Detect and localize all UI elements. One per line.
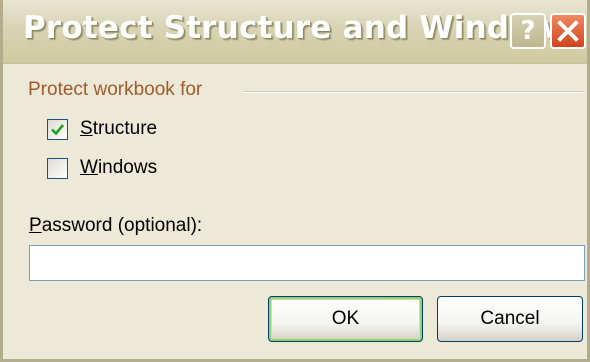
windows-label-text: indows [97, 157, 158, 178]
ok-button[interactable]: OK [268, 296, 423, 342]
help-button[interactable]: ? [510, 13, 546, 49]
dialog-title: Protect Structure and Windows [23, 10, 579, 46]
password-input[interactable] [29, 245, 585, 281]
windows-checkbox[interactable] [47, 158, 68, 179]
group-divider [243, 91, 583, 93]
title-bar[interactable]: Protect Structure and Windows ? [3, 0, 587, 64]
structure-checkbox[interactable] [47, 119, 68, 140]
windows-accel-key: W [80, 157, 98, 178]
password-label: Password (optional): [29, 215, 202, 237]
structure-label-text: tructure [92, 118, 158, 139]
cancel-button[interactable]: Cancel [437, 296, 583, 342]
password-label-text: assword (optional): [41, 215, 203, 236]
protect-structure-dialog: Protect Structure and Windows ? Protect … [0, 0, 590, 362]
windows-label[interactable]: Windows [80, 157, 157, 179]
check-mark-icon [51, 124, 65, 136]
structure-accel-key: S [80, 118, 93, 139]
close-button[interactable] [550, 13, 586, 49]
close-icon [557, 20, 579, 42]
group-label-protect-workbook: Protect workbook for [28, 79, 203, 100]
password-accel-key: P [29, 215, 42, 236]
structure-label[interactable]: Structure [80, 118, 157, 140]
